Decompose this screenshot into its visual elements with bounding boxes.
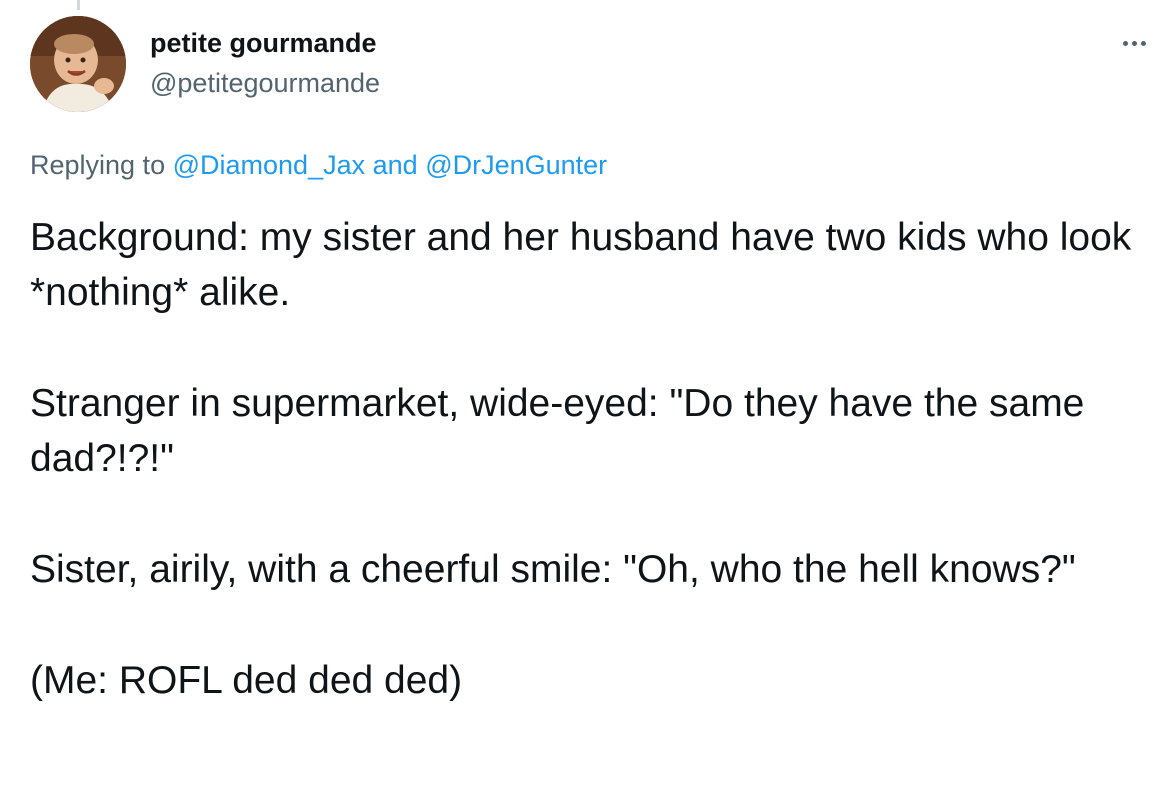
tweet-paragraph: Stranger in supermarket, wide-eyed: "Do … [30,382,1085,480]
avatar[interactable] [30,16,126,112]
profile-photo-icon [30,16,126,112]
more-options-button[interactable] [1114,26,1154,60]
tweet-paragraph: (Me: ROFL ded ded ded) [30,659,463,702]
tweet-paragraph: Sister, airily, with a cheerful smile: "… [30,548,1076,591]
replying-joiner[interactable]: and [373,150,418,180]
replying-to-line: Replying to @Diamond_Jax and @DrJenGunte… [30,148,607,182]
mention-link-diamond-jax[interactable]: @Diamond_Jax [173,150,366,180]
author-handle[interactable]: @petitegourmande [150,66,380,100]
thread-connector-line [77,0,80,10]
tweet-text: Background: my sister and her husband ha… [30,210,1140,708]
replying-prefix: Replying to [30,150,166,180]
display-name[interactable]: petite gourmande [150,26,380,60]
tweet-paragraph: Background: my sister and her husband ha… [30,216,1132,314]
author-block[interactable]: petite gourmande @petitegourmande [150,26,380,100]
mention-link-drjengunter[interactable]: @DrJenGunter [425,150,607,180]
ellipsis-icon [1121,40,1148,46]
